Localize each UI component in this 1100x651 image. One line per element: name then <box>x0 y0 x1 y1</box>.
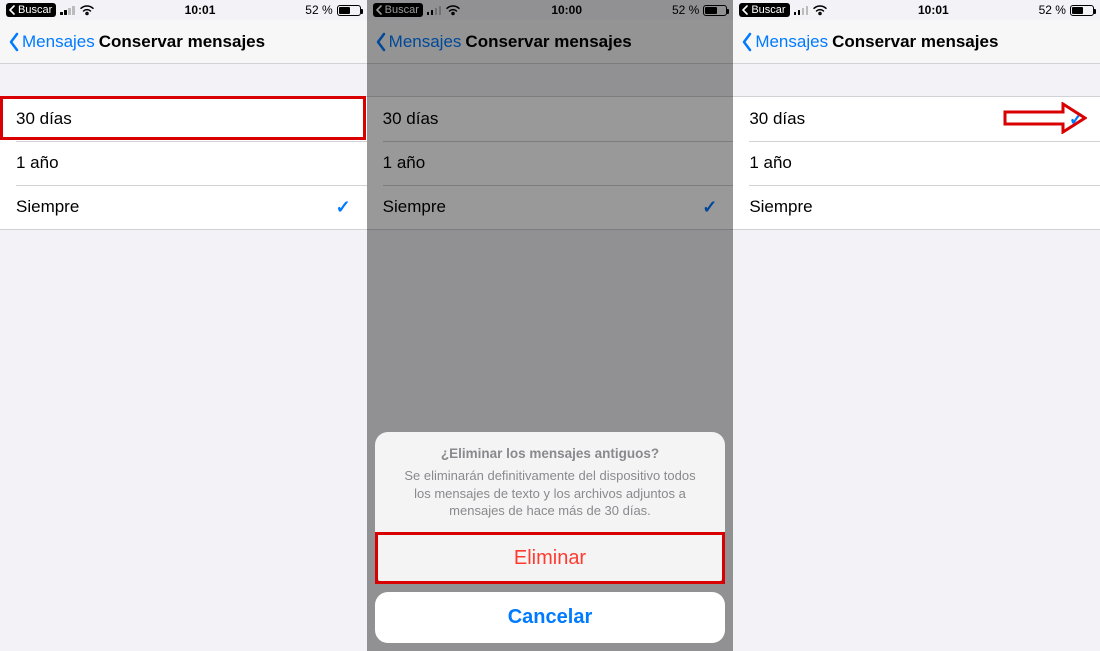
nav-bar: Mensajes Conservar mensajes <box>733 20 1100 64</box>
back-to-app-label: Buscar <box>18 4 52 16</box>
option-label: Siempre <box>16 197 79 217</box>
back-to-app-chip[interactable]: Buscar <box>373 3 423 17</box>
chevron-left-icon <box>375 5 383 15</box>
back-to-app-chip[interactable]: Buscar <box>739 3 789 17</box>
battery-percent-label: 52 % <box>672 3 699 17</box>
checkmark-icon: ✓ <box>336 197 351 218</box>
option-row-1-ano[interactable]: 1 año <box>0 141 367 185</box>
status-right: 52 % <box>1039 3 1094 17</box>
option-label: 1 año <box>16 153 59 173</box>
option-label: 30 días <box>16 109 72 129</box>
cancel-button[interactable]: Cancelar <box>375 592 726 643</box>
status-left: Buscar <box>6 3 95 17</box>
checkmark-icon: ✓ <box>702 197 717 218</box>
back-to-app-chip[interactable]: Buscar <box>6 3 56 17</box>
panel-2: Buscar 10:00 52 % Mensajes Conservar men… <box>367 0 734 651</box>
wifi-icon <box>445 4 461 16</box>
option-label: 1 año <box>383 153 426 173</box>
action-sheet-message: Se eliminarán definitivamente del dispos… <box>395 467 706 520</box>
nav-bar: Mensajes Conservar mensajes <box>367 20 734 64</box>
nav-back-label: Mensajes <box>755 32 828 52</box>
option-label: 30 días <box>749 109 805 129</box>
option-row-30-dias[interactable]: 30 días <box>367 97 734 141</box>
chevron-left-icon <box>8 32 20 52</box>
option-row-1-ano[interactable]: 1 año <box>733 141 1100 185</box>
status-time: 10:01 <box>918 3 949 17</box>
option-label: 1 año <box>749 153 792 173</box>
action-sheet-group: ¿Eliminar los mensajes antiguos? Se elim… <box>375 432 726 584</box>
status-bar: Buscar 10:01 52 % <box>0 0 367 20</box>
chevron-left-icon <box>741 32 753 52</box>
delete-button[interactable]: Eliminar <box>375 532 726 584</box>
battery-icon <box>337 5 361 16</box>
options-list: 30 días 1 año Siempre ✓ <box>367 96 734 230</box>
back-to-app-label: Buscar <box>751 4 785 16</box>
options-list: 30 días 1 año Siempre ✓ <box>0 96 367 230</box>
status-bar: Buscar 10:01 52 % <box>733 0 1100 20</box>
nav-title: Conservar mensajes <box>832 32 998 52</box>
nav-title: Conservar mensajes <box>465 32 631 52</box>
wifi-icon <box>79 4 95 16</box>
option-row-siempre[interactable]: Siempre <box>733 185 1100 229</box>
battery-icon <box>703 5 727 16</box>
battery-percent-label: 52 % <box>1039 3 1066 17</box>
panel-1: Buscar 10:01 52 % Mensajes Conservar men… <box>0 0 367 651</box>
action-sheet-header: ¿Eliminar los mensajes antiguos? Se elim… <box>375 432 726 532</box>
panel-3: Buscar 10:01 52 % Mensajes Conservar men… <box>733 0 1100 651</box>
status-right: 52 % <box>305 3 360 17</box>
action-sheet-title: ¿Eliminar los mensajes antiguos? <box>395 446 706 461</box>
option-label: 30 días <box>383 109 439 129</box>
action-sheet: ¿Eliminar los mensajes antiguos? Se elim… <box>375 432 726 643</box>
battery-icon <box>1070 5 1094 16</box>
nav-back-button[interactable]: Mensajes <box>741 32 828 52</box>
option-row-siempre[interactable]: Siempre ✓ <box>367 185 734 229</box>
nav-bar: Mensajes Conservar mensajes <box>0 20 367 64</box>
chevron-left-icon <box>8 5 16 15</box>
nav-title: Conservar mensajes <box>99 32 265 52</box>
status-right: 52 % <box>672 3 727 17</box>
battery-percent-label: 52 % <box>305 3 332 17</box>
back-to-app-label: Buscar <box>385 4 419 16</box>
option-label: Siempre <box>383 197 446 217</box>
option-row-siempre[interactable]: Siempre ✓ <box>0 185 367 229</box>
nav-back-button[interactable]: Mensajes <box>375 32 462 52</box>
chevron-left-icon <box>741 5 749 15</box>
checkmark-icon: ✓ <box>1069 109 1084 130</box>
chevron-left-icon <box>375 32 387 52</box>
option-row-1-ano[interactable]: 1 año <box>367 141 734 185</box>
options-list: 30 días ✓ 1 año Siempre <box>733 96 1100 230</box>
nav-back-label: Mensajes <box>389 32 462 52</box>
cellular-signal-icon <box>794 5 809 15</box>
status-left: Buscar <box>739 3 828 17</box>
cellular-signal-icon <box>427 5 442 15</box>
option-row-30-dias[interactable]: 30 días <box>0 97 367 141</box>
wifi-icon <box>812 4 828 16</box>
option-label: Siempre <box>749 197 812 217</box>
cellular-signal-icon <box>60 5 75 15</box>
status-time: 10:00 <box>551 3 582 17</box>
status-bar: Buscar 10:00 52 % <box>367 0 734 20</box>
option-row-30-dias[interactable]: 30 días ✓ <box>733 97 1100 141</box>
nav-back-button[interactable]: Mensajes <box>8 32 95 52</box>
status-left: Buscar <box>373 3 462 17</box>
status-time: 10:01 <box>185 3 216 17</box>
nav-back-label: Mensajes <box>22 32 95 52</box>
